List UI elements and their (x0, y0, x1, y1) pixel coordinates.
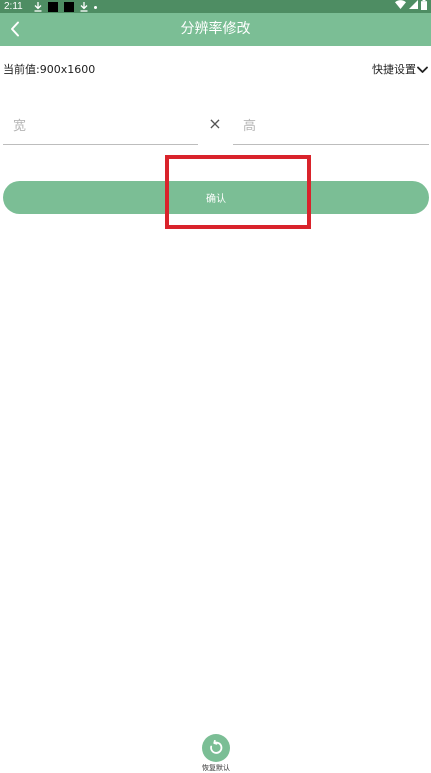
reset-default-label: 恢复默认 (202, 764, 230, 772)
more-notifications-dot-icon (94, 5, 97, 9)
times-icon: × (208, 114, 222, 133)
confirm-button-label: 确认 (206, 194, 226, 205)
page-title: 分辨率修改 (180, 21, 251, 37)
current-resolution-label: 当前值:900x1600 (3, 63, 96, 76)
confirm-button[interactable]: 确认 (3, 181, 429, 214)
width-input[interactable] (3, 108, 198, 144)
back-button[interactable] (5, 19, 25, 39)
app-bar: 分辨率修改 (0, 13, 431, 46)
download-icon (80, 2, 88, 12)
chevron-down-icon (417, 66, 428, 73)
reset-icon (210, 740, 223, 754)
battery-icon (421, 0, 427, 14)
wifi-icon (395, 0, 406, 13)
signal-icon (409, 0, 418, 13)
chevron-left-icon (11, 21, 19, 37)
quick-settings-label: 快捷设置 (372, 63, 416, 76)
notification-square-icon (64, 2, 74, 12)
notification-icons (34, 2, 97, 12)
system-icons (395, 0, 427, 14)
screen: 2:11 分辨率修改 当前值:900x1600 快捷设置 宽 × 高 确认 恢复… (0, 0, 431, 773)
height-input-container (233, 108, 429, 145)
reset-default-button[interactable] (202, 734, 230, 762)
height-input[interactable] (233, 108, 429, 144)
notification-square-icon (48, 2, 58, 12)
status-bar: 2:11 (0, 0, 431, 13)
download-icon (34, 2, 42, 12)
quick-settings-dropdown[interactable]: 快捷设置 (372, 62, 428, 78)
status-time: 2:11 (4, 1, 23, 12)
width-input-container (3, 108, 198, 145)
